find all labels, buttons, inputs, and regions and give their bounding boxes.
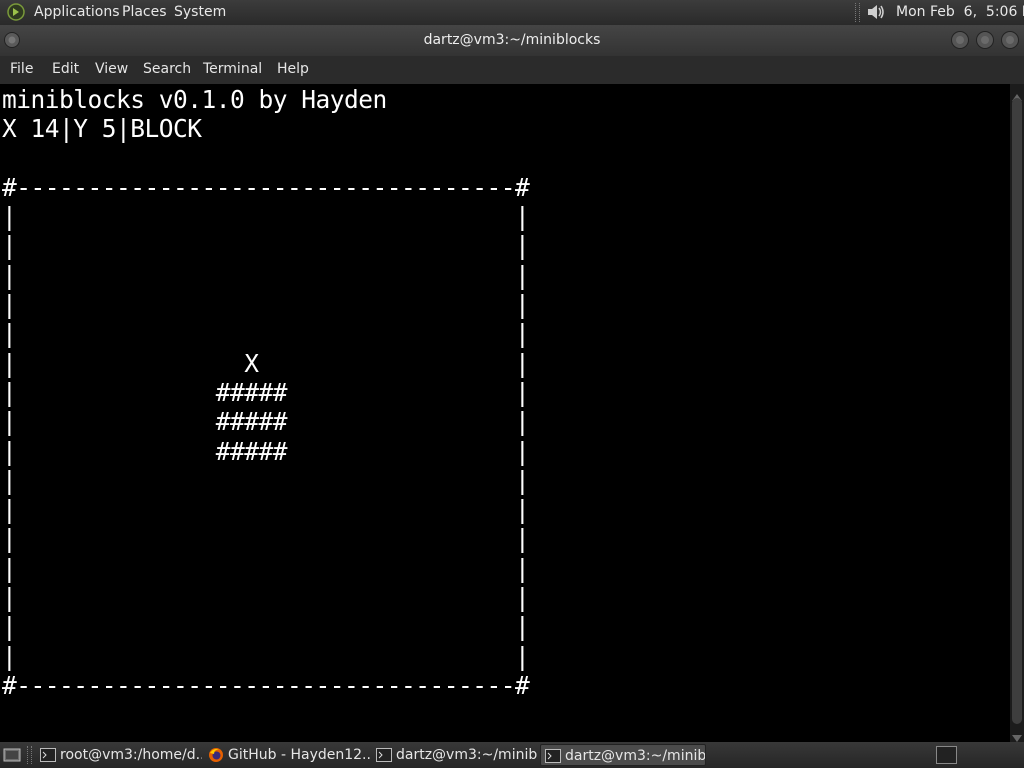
terminal-line: | |	[2, 319, 530, 349]
terminal-line: X 14|Y 5|BLOCK	[2, 114, 202, 144]
terminal-line: | |	[2, 495, 530, 525]
terminal-line: | ##### |	[2, 436, 530, 466]
top-panel: Applications Places System Mon Feb 6, 5:…	[0, 0, 1024, 25]
terminal-line: #-----------------------------------#	[2, 172, 530, 202]
panel-separator	[855, 3, 860, 22]
terminal-line: | |	[2, 202, 530, 232]
terminal-line: | |	[2, 553, 530, 583]
volume-icon[interactable]	[864, 2, 888, 22]
minimize-icon[interactable]	[950, 30, 970, 54]
close-icon[interactable]	[1000, 30, 1020, 54]
gnome-foot-icon[interactable]	[6, 3, 26, 21]
edit-menu[interactable]: Edit	[52, 61, 79, 77]
terminal-text: miniblocks v0.1.0 by Hayden X 14|Y 5|BLOC…	[2, 85, 530, 700]
taskbar-button-root-terminal[interactable]: root@vm3:/home/d...	[36, 744, 202, 766]
terminal-menu-bar: File Edit View Search Terminal Help	[0, 56, 1024, 84]
terminal-line: | X |	[2, 348, 530, 378]
help-menu[interactable]: Help	[277, 61, 309, 77]
window-title-bar[interactable]: dartz@vm3:~/miniblocks	[0, 25, 1024, 56]
panel-clock[interactable]: Mon Feb 6, 5:06 PM	[896, 4, 1024, 20]
taskbar-button-label: GitHub - Hayden12...	[228, 747, 370, 763]
terminal-line: | |	[2, 612, 530, 642]
taskbar-button-label: dartz@vm3:~/minib...	[565, 748, 706, 764]
window-title: dartz@vm3:~/miniblocks	[423, 32, 601, 48]
maximize-icon[interactable]	[975, 30, 995, 54]
applications-menu[interactable]: Applications	[34, 4, 120, 20]
system-menu[interactable]: System	[174, 4, 226, 20]
terminal-line: miniblocks v0.1.0 by Hayden	[2, 85, 387, 114]
taskbar-button-dartz-terminal-active[interactable]: dartz@vm3:~/minib...	[540, 744, 706, 766]
places-menu[interactable]: Places	[122, 4, 167, 20]
view-menu[interactable]: View	[95, 61, 128, 77]
taskbar-button-label: dartz@vm3:~/minib...	[396, 747, 538, 763]
taskbar-button-firefox[interactable]: GitHub - Hayden12...	[204, 744, 370, 766]
terminal-icon	[376, 747, 392, 763]
terminal-scrollbar[interactable]	[1010, 84, 1024, 742]
taskbar-handle[interactable]	[27, 746, 32, 764]
terminal-line: | ##### |	[2, 407, 530, 437]
terminal-line: | |	[2, 290, 530, 320]
file-menu[interactable]: File	[10, 61, 33, 77]
taskbar-button-label: root@vm3:/home/d...	[60, 747, 202, 763]
terminal-icon	[40, 747, 56, 763]
terminal-line: | |	[2, 641, 530, 671]
terminal-line: | |	[2, 524, 530, 554]
terminal-output-area[interactable]: miniblocks v0.1.0 by Hayden X 14|Y 5|BLOC…	[0, 84, 1010, 742]
terminal-line: | ##### |	[2, 377, 530, 407]
firefox-icon	[208, 747, 224, 763]
terminal-line: | |	[2, 583, 530, 613]
terminal-menu[interactable]: Terminal	[203, 61, 262, 77]
workspace-switcher[interactable]	[936, 746, 957, 764]
scrollbar-thumb[interactable]	[1012, 98, 1022, 724]
show-desktop-icon[interactable]	[3, 746, 21, 764]
terminal-line: | |	[2, 231, 530, 261]
terminal-line: | |	[2, 465, 530, 495]
bottom-taskbar: root@vm3:/home/d... GitHub - Hayden12...…	[0, 742, 1024, 768]
terminal-line: #-----------------------------------#	[2, 670, 530, 700]
search-menu[interactable]: Search	[143, 61, 191, 77]
terminal-line: | |	[2, 260, 530, 290]
taskbar-button-dartz-terminal[interactable]: dartz@vm3:~/minib...	[372, 744, 538, 766]
terminal-icon	[545, 748, 561, 764]
